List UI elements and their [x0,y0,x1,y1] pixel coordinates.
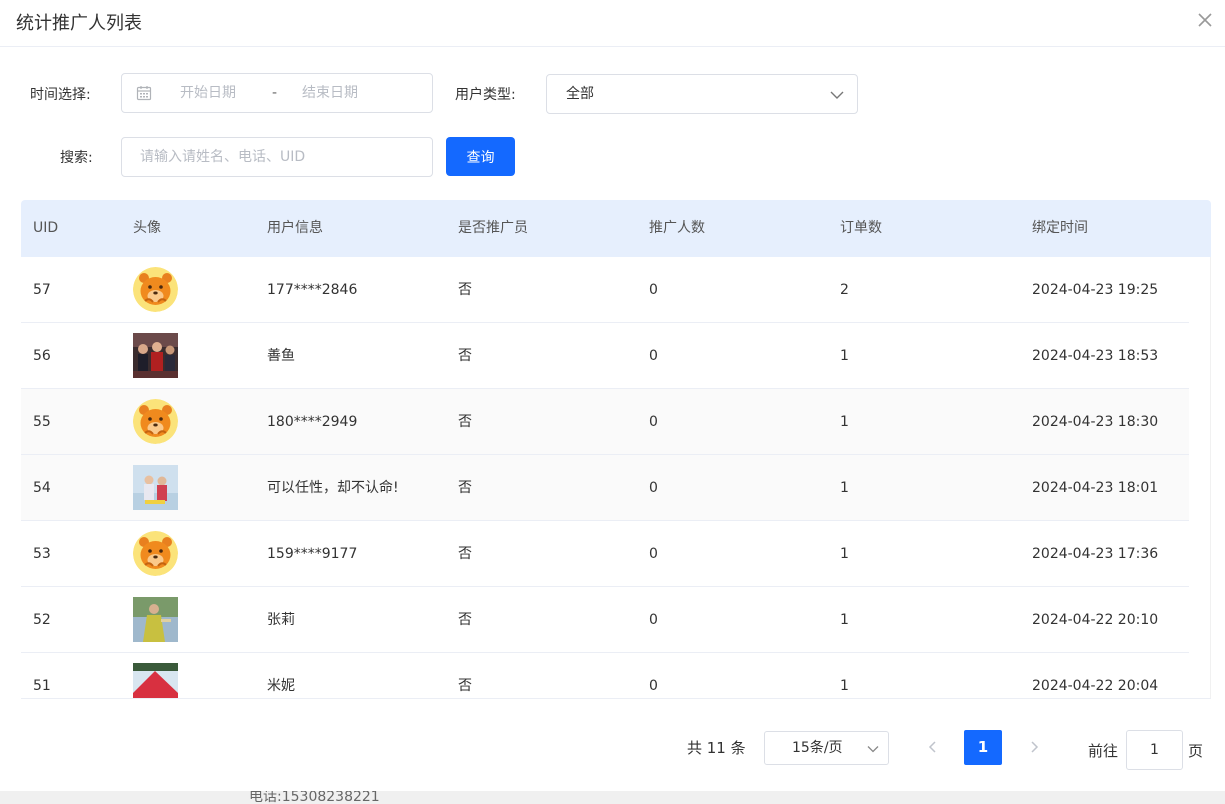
cell-user-info: 张莉 [267,612,295,628]
pagination-total: 共 11 条 [687,739,746,757]
cell-user-info: 善鱼 [267,348,295,364]
calendar-icon [136,86,152,101]
cell-promoted-count: 0 [649,546,658,562]
avatar [133,465,178,510]
cell-uid: 55 [33,414,51,430]
cell-is-promoter: 否 [458,348,472,364]
cell-promoted-count: 0 [649,282,658,298]
cell-is-promoter: 否 [458,678,472,694]
avatar [133,333,178,378]
table-header: UID 头像 用户信息 是否推广员 推广人数 订单数 绑定时间 [21,200,1211,257]
page-number-current[interactable]: 1 [964,730,1002,765]
cell-is-promoter: 否 [458,546,472,562]
page-size-value: 15条/页 [792,740,843,756]
cell-promoted-count: 0 [649,414,658,430]
cell-order-count: 2 [840,282,849,298]
cell-user-info: 159****9177 [267,546,358,562]
cell-promoted-count: 0 [649,678,658,694]
goto-unit: 页 [1188,742,1204,760]
table-row[interactable]: 52 张莉 否 0 1 2024-04-22 20:10 [21,587,1189,653]
cell-order-count: 1 [840,678,849,694]
dialog-title: 统计推广人列表 [16,13,142,34]
cell-user-info: 177****2846 [267,282,358,298]
cell-bind-time: 2024-04-22 20:04 [1032,678,1159,694]
next-page-icon[interactable] [1026,739,1042,755]
start-date-input[interactable]: 开始日期 [180,74,236,112]
end-date-input[interactable]: 结束日期 [302,74,358,112]
cell-order-count: 1 [840,612,849,628]
cell-user-info: 可以任性，却不认命! [267,480,399,496]
goto-page-input[interactable] [1126,730,1183,770]
table-divider [21,698,1211,699]
cell-uid: 52 [33,612,51,628]
avatar [133,399,178,444]
table-row[interactable]: 57 177****2846 否 0 2 2024-04-23 19:25 [21,257,1189,323]
goto-label: 前往 [1088,742,1119,760]
cell-user-info: 米妮 [267,678,295,694]
avatar [133,267,178,312]
cell-bind-time: 2024-04-23 18:01 [1032,480,1159,496]
cell-uid: 56 [33,348,51,364]
cell-order-count: 1 [840,546,849,562]
background-page-strip: 电话:15308238221 [0,791,1225,804]
search-label: 搜索: [60,150,93,166]
dialog-header: 统计推广人列表 [0,0,1225,47]
cell-bind-time: 2024-04-23 17:36 [1032,546,1159,562]
table-row[interactable]: 54 可以任性，却不认命! 否 0 1 2024-04-23 18:01 [21,455,1189,521]
header-avatar: 头像 [133,220,161,236]
cell-bind-time: 2024-04-23 18:53 [1032,348,1159,364]
cell-bind-time: 2024-04-23 18:30 [1032,414,1159,430]
cell-bind-time: 2024-04-22 20:10 [1032,612,1159,628]
cell-promoted-count: 0 [649,480,658,496]
cell-uid: 51 [33,678,51,694]
header-promoted-count: 推广人数 [649,220,705,236]
cell-uid: 53 [33,546,51,562]
close-icon[interactable] [1195,10,1215,30]
cell-uid: 54 [33,480,51,496]
cell-is-promoter: 否 [458,282,472,298]
cell-order-count: 1 [840,480,849,496]
cell-uid: 57 [33,282,51,298]
time-label: 时间选择: [30,87,91,103]
header-bind-time: 绑定时间 [1032,220,1088,236]
cell-user-info: 180****2949 [267,414,358,430]
user-type-value: 全部 [566,86,594,102]
promoter-list-dialog: 统计推广人列表 时间选择: 开始日期 - 结束日期 用户类型: 全部 搜索: 查… [0,0,1225,804]
user-type-select[interactable]: 全部 [546,74,858,114]
page-size-select[interactable]: 15条/页 [764,731,889,765]
table-row[interactable]: 53 159****9177 否 0 1 2024-04-23 17:36 [21,521,1189,587]
cell-order-count: 1 [840,348,849,364]
table-scrollbar[interactable] [1210,257,1211,699]
chevron-down-icon [867,746,879,753]
table-row[interactable]: 51 米妮 否 0 1 2024-04-22 20:04 [21,653,1189,699]
cell-is-promoter: 否 [458,480,472,496]
cell-promoted-count: 0 [649,612,658,628]
date-separator: - [272,85,278,101]
header-order-count: 订单数 [840,220,882,236]
avatar [133,531,178,576]
table-row[interactable]: 56 善鱼 否 0 1 2024-04-23 18:53 [21,323,1189,389]
cell-is-promoter: 否 [458,612,472,628]
avatar [133,597,178,642]
table-row[interactable]: 55 180****2949 否 0 1 2024-04-23 18:30 [21,389,1189,455]
header-is-promoter: 是否推广员 [458,220,528,236]
cell-bind-time: 2024-04-23 19:25 [1032,282,1159,298]
promoter-table: UID 头像 用户信息 是否推广员 推广人数 订单数 绑定时间 57 177**… [21,200,1211,699]
user-type-label: 用户类型: [455,87,516,103]
header-user-info: 用户信息 [267,220,323,236]
query-button[interactable]: 查询 [446,137,515,176]
prev-page-icon[interactable] [925,739,941,755]
date-range-picker[interactable]: 开始日期 - 结束日期 [121,73,433,113]
avatar [133,663,178,699]
table-body: 57 177****2846 否 0 2 2024-04-23 19:25 56… [21,257,1189,699]
background-phone-text: 电话:15308238221 [249,791,380,804]
cell-order-count: 1 [840,414,849,430]
search-input[interactable] [121,137,433,177]
cell-is-promoter: 否 [458,414,472,430]
cell-promoted-count: 0 [649,348,658,364]
chevron-down-icon [830,91,844,99]
header-uid: UID [33,220,59,236]
